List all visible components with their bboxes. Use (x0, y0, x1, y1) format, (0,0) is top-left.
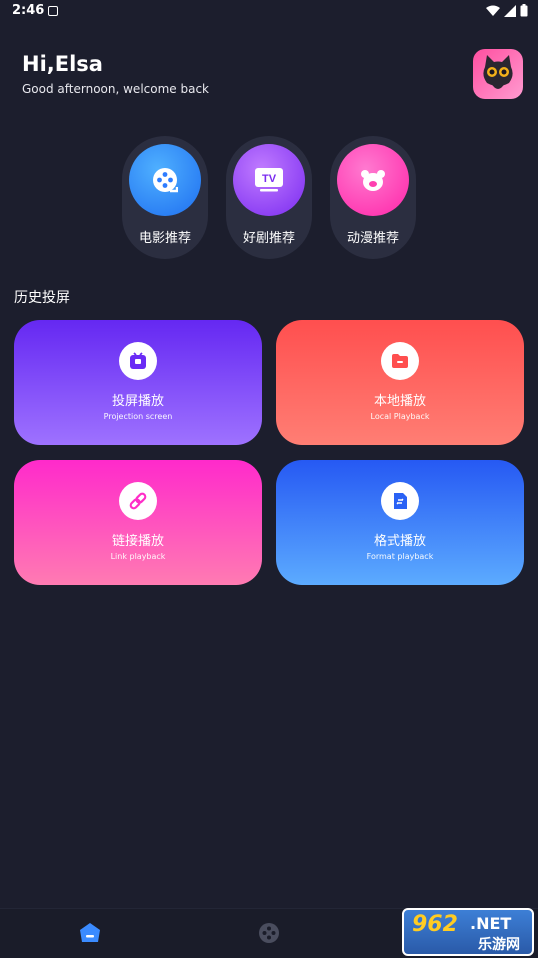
history-section-title: 历史投屏 (14, 290, 70, 306)
local-playback-title: 本地播放 (373, 394, 426, 409)
drama-recommend-button[interactable]: TV 好剧推荐 (226, 136, 312, 259)
folder-icon (381, 342, 419, 380)
nav-home-button[interactable] (78, 921, 102, 945)
local-playback-subtitle: Local Playback (370, 412, 430, 421)
cat-avatar-icon (483, 55, 513, 89)
bear-icon (361, 170, 385, 191)
projection-screen-subtitle: Projection screen (103, 412, 173, 421)
drama-recommend-circle: TV (233, 144, 305, 216)
nav-film-button[interactable] (257, 921, 281, 945)
recommendation-row: 电影推荐 TV 好剧推荐 动漫推荐 (122, 136, 416, 259)
local-playback-card[interactable]: 本地播放 Local Playback (276, 320, 524, 445)
movie-recommend-label: 电影推荐 (138, 231, 191, 246)
cast-tv-icon (119, 342, 157, 380)
greeting-subtitle: Good afternoon, welcome back (22, 82, 209, 96)
link-icon (119, 482, 157, 520)
format-playback-subtitle: Format playback (366, 552, 434, 561)
anime-recommend-circle (337, 144, 409, 216)
watermark-cn: 乐游网 (478, 937, 520, 953)
home-icon (80, 923, 100, 942)
svg-text:TV: TV (262, 173, 277, 185)
anime-recommend-label: 动漫推荐 (346, 231, 399, 246)
film-icon (259, 923, 279, 943)
link-playback-subtitle: Link playback (110, 552, 166, 561)
status-time: 2:46 (12, 3, 45, 18)
link-playback-card[interactable]: 链接播放 Link playback (14, 460, 262, 585)
link-playback-title: 链接播放 (111, 534, 164, 549)
avatar[interactable] (473, 49, 523, 99)
notification-icon (48, 6, 58, 16)
signal-icon (504, 4, 516, 17)
watermark-number: 962 (412, 912, 458, 937)
drama-recommend-label: 好剧推荐 (242, 231, 295, 246)
projection-screen-card[interactable]: 投屏播放 Projection screen (14, 320, 262, 445)
watermark-logo: 962 .NET 乐游网 (402, 908, 534, 956)
battery-icon (520, 4, 528, 17)
status-bar: 2:46 (0, 0, 538, 24)
tv-icon: TV (255, 168, 283, 192)
format-icon (381, 482, 419, 520)
anime-recommend-button[interactable]: 动漫推荐 (330, 136, 416, 259)
projection-screen-title: 投屏播放 (111, 394, 164, 409)
greeting-block: Hi,Elsa Good afternoon, welcome back (22, 52, 209, 96)
status-icons (486, 4, 528, 17)
movie-recommend-button[interactable]: 电影推荐 (122, 136, 208, 259)
wifi-icon (486, 5, 500, 16)
movie-recommend-circle (129, 144, 201, 216)
format-playback-title: 格式播放 (373, 534, 426, 549)
film-reel-icon (153, 168, 178, 193)
watermark-net: .NET (470, 914, 512, 933)
format-playback-card[interactable]: 格式播放 Format playback (276, 460, 524, 585)
greeting-title: Hi,Elsa (22, 52, 103, 76)
